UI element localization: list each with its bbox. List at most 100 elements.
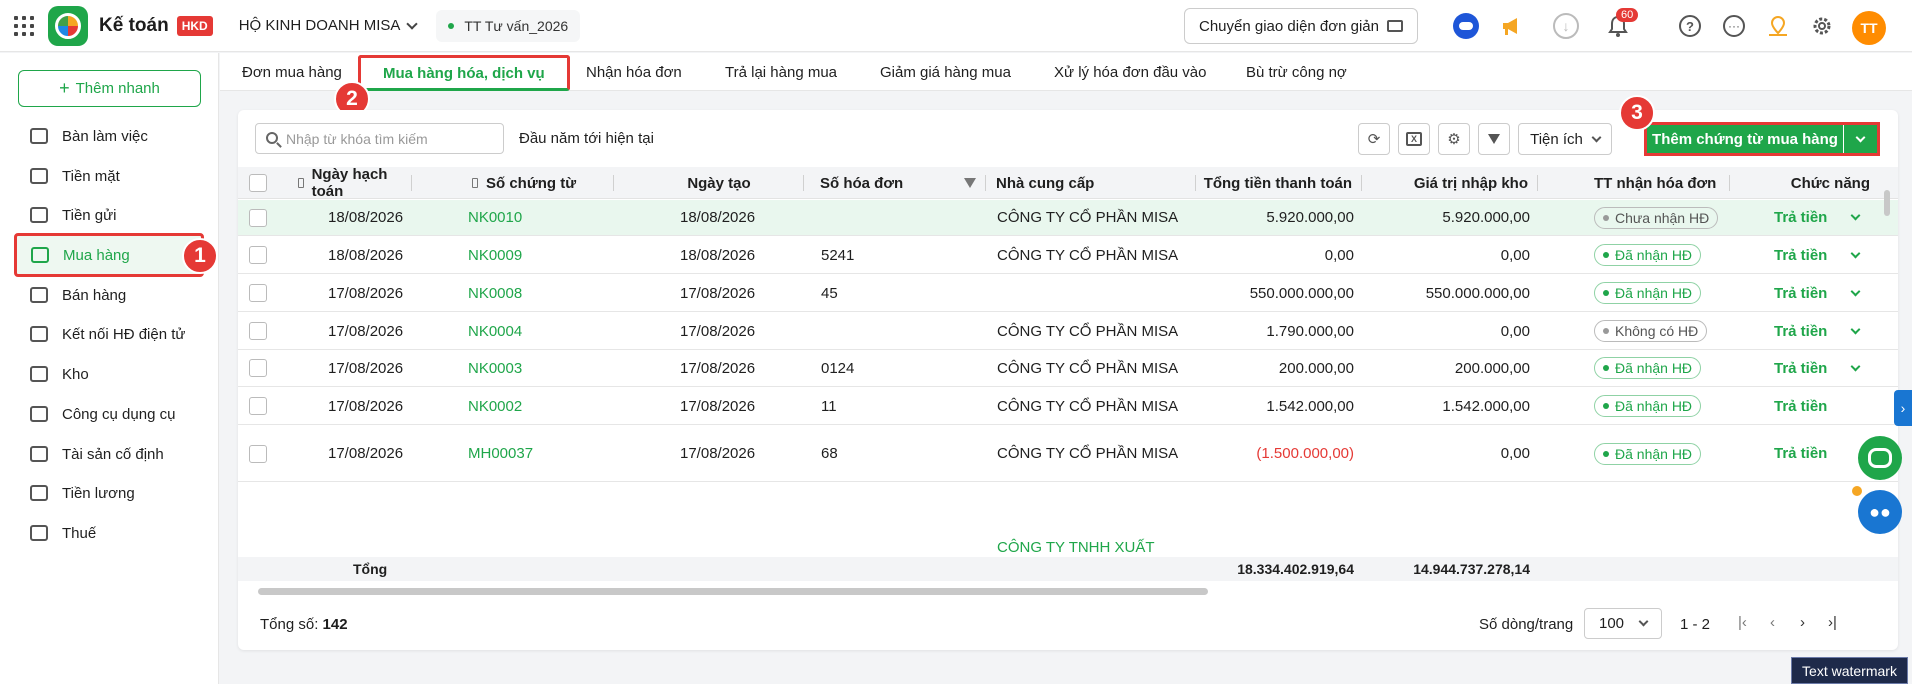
voucher-no-link[interactable]: NK0003 bbox=[468, 350, 522, 386]
row-checkbox[interactable] bbox=[249, 313, 267, 349]
notification-bell-icon[interactable]: 60 bbox=[1602, 8, 1639, 42]
column-header-stock-value[interactable]: Giá trị nhập kho bbox=[1364, 167, 1538, 199]
company-selector[interactable]: HỘ KINH DOANH MISA bbox=[239, 17, 419, 34]
row-checkbox[interactable] bbox=[249, 237, 267, 273]
table-row[interactable]: 17/08/2026 NK0002 17/08/2026 11 CÔNG TY … bbox=[238, 388, 1898, 425]
sidebar-item-inventory[interactable]: Kho bbox=[16, 354, 202, 394]
next-page-icon[interactable]: › bbox=[1800, 614, 1805, 631]
sidebar-item-fixed-assets[interactable]: Tài sản cố định bbox=[16, 434, 202, 474]
sidebar-item-bank[interactable]: Tiền gửi bbox=[16, 195, 202, 235]
pay-button[interactable]: Trả tiền bbox=[1774, 237, 1827, 273]
export-excel-button[interactable]: X bbox=[1398, 123, 1430, 155]
pay-button[interactable]: Trả tiền bbox=[1774, 350, 1827, 386]
add-purchase-voucher-button[interactable]: Thêm chứng từ mua hàng bbox=[1644, 122, 1880, 156]
sidebar-item-payroll[interactable]: Tiền lương bbox=[16, 473, 202, 513]
more-options-icon[interactable]: ··· bbox=[1718, 10, 1750, 42]
voucher-no-link[interactable]: NK0002 bbox=[468, 388, 522, 424]
first-page-icon[interactable]: |‹ bbox=[1738, 614, 1747, 631]
table-row[interactable]: 17/08/2026 NK0003 17/08/2026 0124 CÔNG T… bbox=[238, 350, 1898, 387]
row-action-dropdown[interactable] bbox=[1850, 237, 1861, 273]
add-voucher-dropdown[interactable] bbox=[1843, 125, 1877, 153]
vertical-scrollbar[interactable] bbox=[1884, 190, 1890, 216]
table-row[interactable]: 17/08/2026 NK0008 17/08/2026 45 550.000.… bbox=[238, 275, 1898, 312]
period-filter[interactable]: Đầu năm tới hiện tại bbox=[519, 130, 654, 147]
utility-dropdown[interactable]: Tiện ích bbox=[1518, 123, 1612, 155]
voucher-no-link[interactable]: NK0008 bbox=[468, 275, 522, 311]
settings-gear-icon[interactable] bbox=[1806, 10, 1838, 42]
tab-purchase-discount[interactable]: Giảm giá hàng mua bbox=[880, 53, 1011, 91]
switch-simple-ui-button[interactable]: Chuyển giao diện đơn giản bbox=[1184, 8, 1418, 44]
column-header-invoice-no[interactable]: Số hóa đơn bbox=[820, 167, 986, 199]
row-checkbox[interactable] bbox=[249, 350, 267, 386]
tab-purchase-goods-services[interactable]: Mua hàng hóa, dịch vụ bbox=[358, 55, 570, 91]
community-button[interactable]: ●● bbox=[1858, 490, 1902, 534]
megaphone-icon[interactable] bbox=[1496, 10, 1528, 42]
user-avatar[interactable]: TT bbox=[1852, 11, 1886, 45]
help-icon[interactable]: ? bbox=[1674, 10, 1706, 42]
column-header-posting-date[interactable]: Ngày hạch toán bbox=[298, 166, 412, 200]
sidebar-item-sales[interactable]: Bán hàng bbox=[16, 275, 202, 315]
row-action-dropdown[interactable] bbox=[1850, 313, 1861, 349]
row-checkbox[interactable] bbox=[249, 200, 267, 235]
select-all-checkbox[interactable] bbox=[249, 167, 269, 199]
chevron-down-icon bbox=[1850, 210, 1861, 221]
rows-per-page-select[interactable]: 100 bbox=[1584, 608, 1662, 639]
table-row[interactable]: 17/08/2026 MH00037 17/08/2026 68 CÔNG TY… bbox=[238, 426, 1898, 482]
sidebar-item-cash[interactable]: Tiền mặt bbox=[16, 156, 202, 196]
monitor-icon bbox=[1386, 20, 1403, 32]
row-checkbox[interactable] bbox=[249, 388, 267, 424]
pay-button[interactable]: Trả tiền bbox=[1774, 275, 1827, 311]
row-checkbox[interactable] bbox=[249, 426, 267, 481]
column-header-total-payment[interactable]: Tổng tiền thanh toán bbox=[1198, 167, 1362, 199]
filter-button[interactable] bbox=[1478, 123, 1510, 155]
wrench-icon bbox=[30, 406, 48, 422]
app-grid-icon[interactable] bbox=[14, 15, 34, 36]
pay-button[interactable]: Trả tiền bbox=[1774, 388, 1827, 424]
assistant-icon[interactable] bbox=[1450, 10, 1482, 42]
search-input[interactable]: Nhập từ khóa tìm kiếm bbox=[255, 123, 504, 154]
column-header-supplier[interactable]: Nhà cung cấp bbox=[996, 167, 1196, 199]
sidebar-item-einvoice[interactable]: Kết nối HĐ điện tử bbox=[16, 314, 202, 354]
tab-debt-offset[interactable]: Bù trừ công nợ bbox=[1246, 53, 1347, 91]
row-action-dropdown[interactable] bbox=[1850, 350, 1861, 386]
row-checkbox[interactable] bbox=[249, 275, 267, 311]
location-pin-icon[interactable] bbox=[1762, 10, 1794, 42]
tab-purchase-order[interactable]: Đơn mua hàng bbox=[242, 53, 342, 91]
column-header-invoice-status[interactable]: TT nhận hóa đơn bbox=[1594, 167, 1730, 199]
column-header-voucher-no[interactable]: Số chứng từ bbox=[472, 167, 614, 199]
chat-support-button[interactable] bbox=[1858, 436, 1902, 480]
row-action-dropdown[interactable] bbox=[1850, 275, 1861, 311]
table-row[interactable]: 18/08/2026 NK0010 18/08/2026 CÔNG TY CỔ … bbox=[238, 200, 1898, 236]
last-page-icon[interactable]: ›| bbox=[1828, 614, 1837, 631]
tab-input-invoice-processing[interactable]: Xử lý hóa đơn đầu vào bbox=[1054, 53, 1206, 91]
sidebar-item-purchase[interactable]: Mua hàng bbox=[14, 233, 204, 277]
filter-icon[interactable] bbox=[964, 178, 976, 188]
sidebar-item-dashboard[interactable]: Bàn làm việc bbox=[16, 116, 202, 156]
expand-panel-tab[interactable]: › bbox=[1894, 390, 1912, 426]
voucher-no-link[interactable]: MH00037 bbox=[468, 426, 533, 481]
tab-purchase-return[interactable]: Trả lại hàng mua bbox=[725, 53, 837, 91]
horizontal-scrollbar[interactable] bbox=[258, 588, 1208, 595]
table-row[interactable]: CÔNG TY TNHH XUẤT bbox=[238, 538, 1898, 556]
table-row[interactable]: 18/08/2026 NK0009 18/08/2026 5241 CÔNG T… bbox=[238, 237, 1898, 274]
sidebar-item-tools[interactable]: Công cụ dụng cụ bbox=[16, 394, 202, 434]
sidebar-item-tax[interactable]: Thuế bbox=[16, 513, 202, 553]
quick-add-button[interactable]: + Thêm nhanh bbox=[18, 70, 201, 107]
voucher-no-link[interactable]: NK0009 bbox=[468, 237, 522, 273]
refresh-icon: ⟳ bbox=[1367, 131, 1381, 148]
table-settings-button[interactable]: ⚙ bbox=[1438, 123, 1470, 155]
voucher-no-link[interactable]: NK0010 bbox=[468, 200, 522, 235]
row-action-dropdown[interactable] bbox=[1850, 200, 1861, 235]
download-icon[interactable]: ↓ bbox=[1550, 10, 1582, 42]
tab-receive-invoice[interactable]: Nhận hóa đơn bbox=[586, 53, 682, 91]
workspace-selector[interactable]: TT Tư vấn_2026 bbox=[436, 9, 581, 42]
pay-button[interactable]: Trả tiền bbox=[1774, 200, 1827, 235]
refresh-button[interactable]: ⟳ bbox=[1358, 123, 1390, 155]
add-purchase-voucher-label[interactable]: Thêm chứng từ mua hàng bbox=[1647, 125, 1843, 153]
column-header-created-date[interactable]: Ngày tạo bbox=[634, 167, 804, 199]
voucher-no-link[interactable]: NK0004 bbox=[468, 313, 522, 349]
pay-button[interactable]: Trả tiền bbox=[1774, 313, 1827, 349]
previous-page-icon[interactable]: ‹ bbox=[1770, 614, 1775, 631]
table-row[interactable]: 17/08/2026 NK0004 17/08/2026 CÔNG TY CỔ … bbox=[238, 313, 1898, 350]
pay-button[interactable]: Trả tiền bbox=[1774, 426, 1827, 481]
